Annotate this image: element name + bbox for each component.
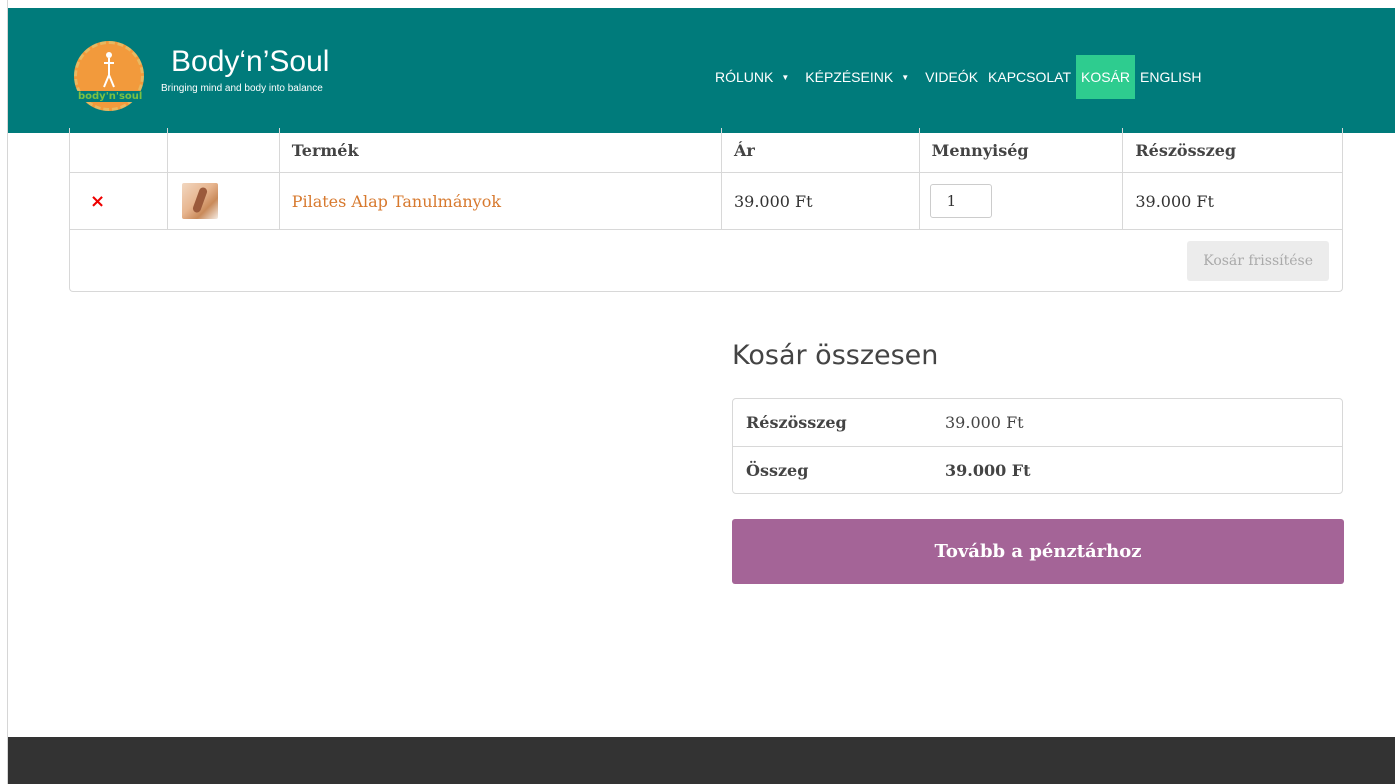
remove-item-icon[interactable]: × (90, 191, 105, 212)
update-cart-button[interactable]: Kosár frissítése (1187, 240, 1329, 281)
site-footer (8, 737, 1395, 784)
cart-table: Termék Ár Mennyiség Részösszeg × Pilates… (69, 128, 1343, 292)
totals-total-row: Összeg 39.000 Ft (733, 446, 1342, 493)
nav-label: RÓLUNK (715, 69, 774, 85)
product-cell: Pilates Alap Tanulmányok (278, 173, 721, 229)
nav-label: KAPCSOLAT (988, 69, 1072, 85)
nav-label: KÉPZÉSEINK (805, 69, 894, 85)
brand-tagline: Bringing mind and body into balance (161, 83, 323, 94)
nav-item-rolunk[interactable]: RÓLUNK ▼ (710, 55, 800, 99)
total-value: 39.000 Ft (945, 460, 1031, 480)
cart-totals-title: Kosár összesen (732, 340, 939, 371)
thumbnail-cell (166, 173, 279, 229)
header-thumbnail (166, 128, 279, 172)
product-link[interactable]: Pilates Alap Tanulmányok (292, 192, 501, 211)
header-subtotal: Részösszeg (1122, 128, 1342, 172)
subtotal-label: Részösszeg (746, 413, 847, 432)
header-product: Termék (278, 128, 721, 172)
chevron-down-icon: ▼ (781, 72, 790, 82)
nav-item-kosar[interactable]: KOSÁR (1076, 55, 1136, 99)
logo-wordmark: body'n'soul (76, 91, 145, 102)
product-thumbnail[interactable] (181, 183, 218, 219)
total-label: Összeg (746, 460, 809, 480)
cart-actions: Kosár frissítése (70, 229, 1342, 291)
subtotal-cell: 39.000 Ft (1122, 173, 1342, 229)
yoga-figure-icon (103, 52, 115, 88)
nav-label: ENGLISH (1140, 69, 1202, 85)
header-quantity: Mennyiség (918, 128, 1123, 172)
table-row: × Pilates Alap Tanulmányok 39.000 Ft 39.… (70, 172, 1342, 229)
chevron-down-icon: ▼ (901, 72, 910, 82)
brand-name[interactable]: Body‘n’Soul (171, 46, 329, 78)
subtotal-value: 39.000 Ft (945, 413, 1024, 432)
remove-cell: × (70, 173, 167, 229)
price-cell: 39.000 Ft (720, 173, 919, 229)
header-remove (70, 128, 167, 172)
window-left-edge (0, 0, 8, 784)
nav-item-videok[interactable]: VIDEÓK (920, 55, 983, 99)
totals-subtotal-row: Részösszeg 39.000 Ft (733, 399, 1342, 446)
nav-item-english[interactable]: ENGLISH (1135, 55, 1206, 99)
cart-totals-table: Részösszeg 39.000 Ft Összeg 39.000 Ft (732, 398, 1343, 494)
site-header: body'n'soul Body‘n’Soul Bringing mind an… (8, 8, 1395, 133)
nav-item-kepzeseink[interactable]: KÉPZÉSEINK ▼ (800, 55, 920, 99)
header-price: Ár (720, 128, 919, 172)
nav-item-kapcsolat[interactable]: KAPCSOLAT (983, 55, 1076, 99)
site-logo[interactable]: body'n'soul (74, 41, 154, 111)
main-nav: RÓLUNK ▼ KÉPZÉSEINK ▼ VIDEÓK KAPCSOLAT K… (710, 55, 1207, 99)
cart-table-header: Termék Ár Mennyiség Részösszeg (70, 128, 1342, 172)
nav-label: VIDEÓK (925, 69, 979, 85)
proceed-to-checkout-button[interactable]: Tovább a pénztárhoz (732, 519, 1344, 584)
quantity-input[interactable] (929, 184, 992, 218)
quantity-cell (918, 173, 1123, 229)
nav-label: KOSÁR (1081, 69, 1131, 85)
